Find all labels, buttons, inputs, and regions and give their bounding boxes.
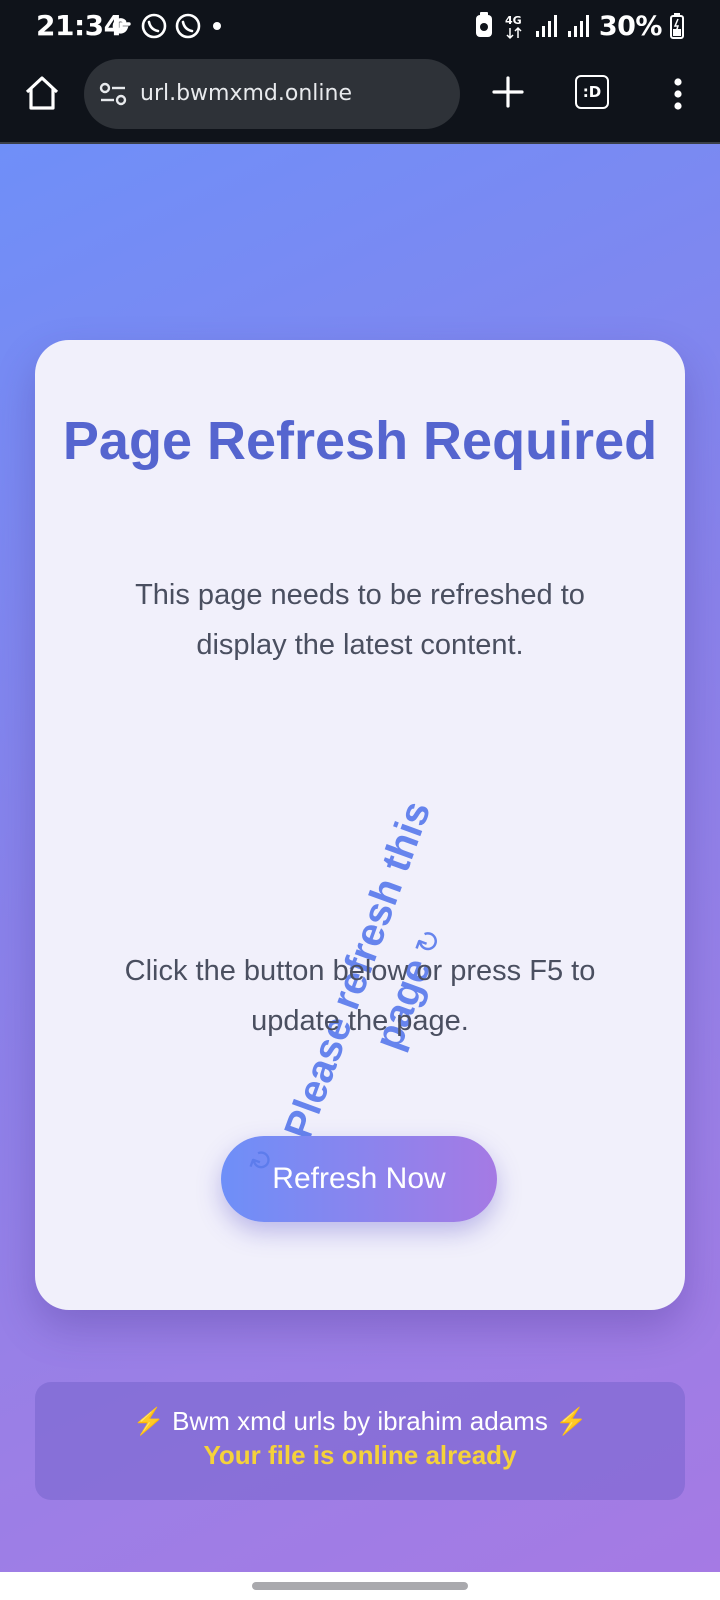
- refresh-card: Page Refresh Required This page needs to…: [35, 340, 685, 1310]
- notification-icons: [108, 10, 226, 42]
- svg-text:4G: 4G: [505, 14, 522, 27]
- site-settings-icon[interactable]: [98, 80, 128, 108]
- dot-icon: [213, 22, 221, 30]
- google-g-icon: [112, 18, 131, 34]
- browser-menu-button[interactable]: [664, 74, 692, 114]
- page-title: Page Refresh Required: [62, 411, 658, 471]
- url-text[interactable]: url.bwmxmd.online: [140, 81, 352, 106]
- info-text: This page needs to be refreshed to displ…: [135, 579, 585, 661]
- footer-credit: ⚡ Bwm xmd urls by ibrahim adams ⚡: [35, 1406, 685, 1437]
- whatsapp-icon: [141, 13, 167, 39]
- home-icon: [25, 76, 59, 110]
- more-vert-icon: [674, 78, 682, 110]
- network-4g-icon: 4G: [505, 14, 522, 40]
- whatsapp-icon: [175, 13, 201, 39]
- system-icons: 4G 30%: [473, 8, 684, 44]
- lightning-icon: ⚡: [132, 1406, 165, 1436]
- plus-icon: [492, 76, 524, 108]
- lightning-icon: ⚡: [555, 1406, 588, 1436]
- status-bar: 21:34 4G 30%: [0, 0, 720, 52]
- home-gesture-handle[interactable]: [252, 1582, 468, 1590]
- instruction-text: Click the button below or press F5 to up…: [124, 955, 596, 1037]
- browser-toolbar: url.bwmxmd.online :D: [0, 52, 720, 144]
- tab-switcher-button[interactable]: :D: [574, 74, 610, 110]
- tab-switcher-label: :D: [575, 75, 609, 109]
- web-page: Page Refresh Required This page needs to…: [0, 144, 720, 1572]
- gesture-nav-bar: [0, 1572, 720, 1600]
- address-bar[interactable]: url.bwmxmd.online: [84, 59, 460, 129]
- new-tab-button[interactable]: [488, 72, 528, 112]
- battery-charging-icon: [670, 13, 684, 39]
- battery-saver-icon: [475, 12, 492, 37]
- footer-status-text: Your file is online already: [203, 1440, 517, 1470]
- signal-icon: [567, 15, 589, 37]
- home-button[interactable]: [22, 73, 62, 113]
- signal-icon: [535, 15, 557, 37]
- footer-banner: ⚡ Bwm xmd urls by ibrahim adams ⚡ Your f…: [35, 1382, 685, 1500]
- footer-credit-text: Bwm xmd urls by ibrahim adams: [172, 1406, 548, 1436]
- battery-percent: 30%: [598, 10, 663, 42]
